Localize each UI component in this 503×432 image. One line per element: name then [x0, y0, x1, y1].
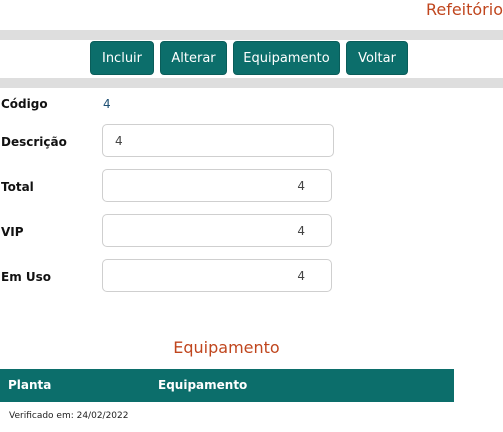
- toolbar: Incluir Alterar Equipamento Voltar: [90, 41, 408, 75]
- alterar-button[interactable]: Alterar: [160, 41, 227, 75]
- em-uso-field[interactable]: 4: [102, 259, 332, 292]
- equipamento-section-title: Equipamento: [173, 338, 280, 357]
- vip-field[interactable]: 4: [102, 214, 332, 247]
- toolbar-band-bottom: [0, 78, 503, 88]
- incluir-button[interactable]: Incluir: [90, 41, 154, 75]
- toolbar-band-top: [0, 30, 503, 40]
- codigo-value: 4: [103, 97, 111, 111]
- verified-date: Verificado em: 24/02/2022: [9, 411, 129, 421]
- descricao-field[interactable]: 4: [102, 124, 334, 157]
- vip-label: VIP: [1, 225, 24, 239]
- codigo-label: Código: [1, 97, 48, 111]
- descricao-label: Descrição: [1, 135, 67, 149]
- equipamento-table-header: Planta Equipamento: [0, 369, 454, 402]
- column-header-planta[interactable]: Planta: [8, 378, 51, 392]
- column-header-equipamento[interactable]: Equipamento: [158, 378, 247, 392]
- total-field[interactable]: 4: [102, 169, 332, 202]
- equipamento-button[interactable]: Equipamento: [233, 41, 340, 75]
- page-title: Refeitório: [425, 0, 503, 19]
- total-label: Total: [1, 180, 34, 194]
- voltar-button[interactable]: Voltar: [346, 41, 408, 75]
- em-uso-label: Em Uso: [1, 270, 52, 284]
